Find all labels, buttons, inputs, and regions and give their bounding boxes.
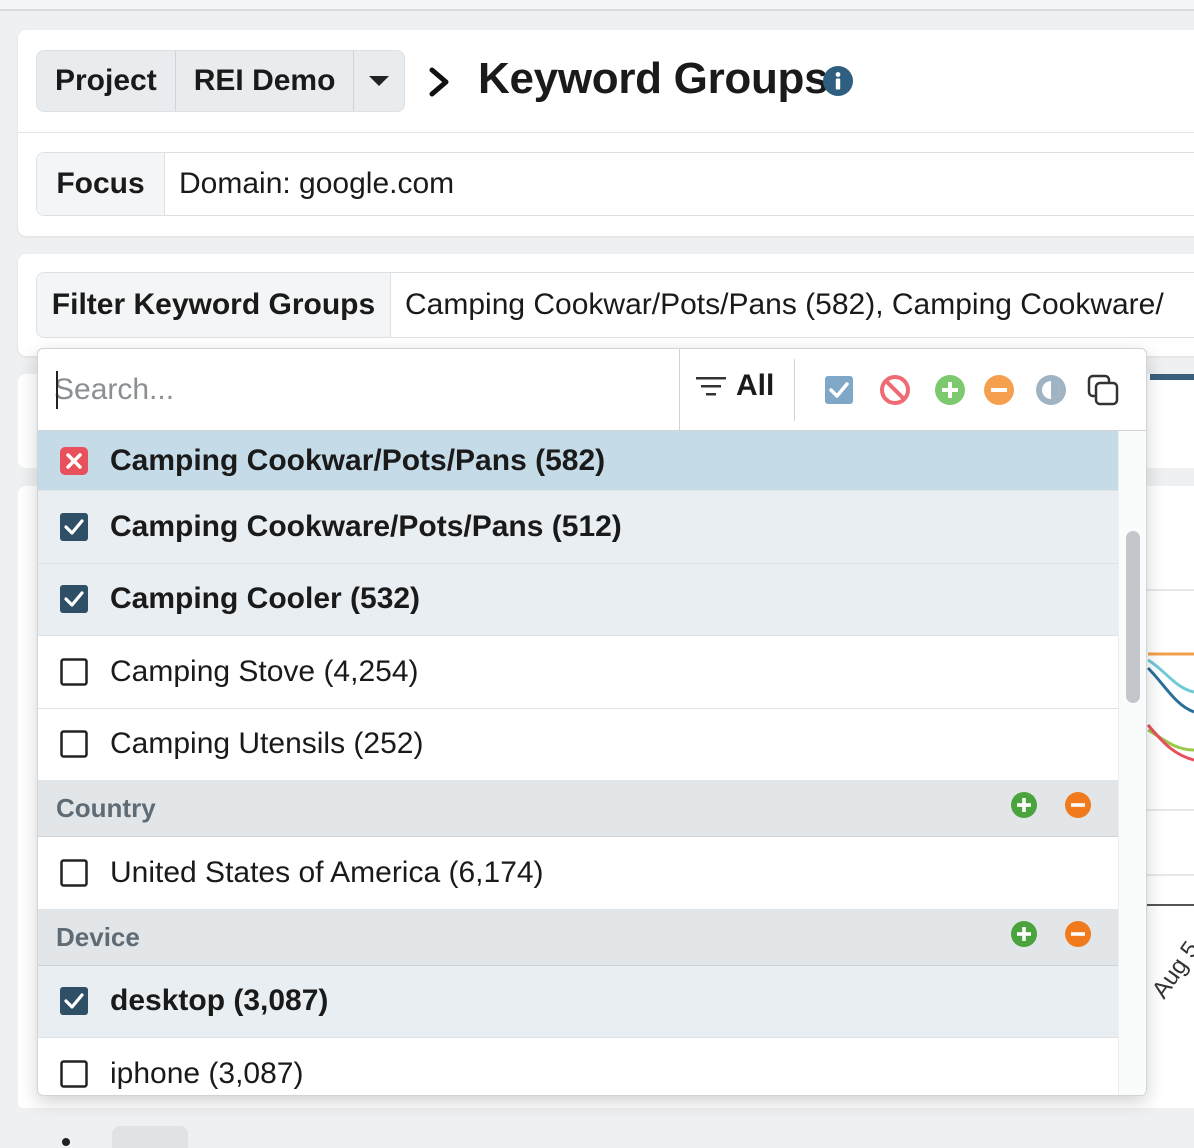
project-dropdown-button[interactable] — [354, 51, 404, 111]
remove-icon[interactable] — [1064, 791, 1092, 819]
list-item[interactable]: desktop (3,087) — [38, 965, 1118, 1038]
caret-down-icon — [369, 76, 390, 86]
section-header-country: Country — [38, 781, 1118, 837]
dropdown-scrollbar[interactable] — [1118, 431, 1146, 1095]
background-tab-indicator — [1150, 374, 1194, 380]
bottom-dot — [62, 1138, 70, 1146]
list-item[interactable]: iphone (3,087) — [38, 1038, 1118, 1095]
list-item-label: desktop (3,087) — [110, 984, 329, 1018]
axis-tick-label: Aug 5 — [1147, 937, 1194, 1004]
project-selector: Project REI Demo — [36, 50, 406, 112]
checkbox-checked-icon[interactable] — [60, 585, 88, 614]
list-item[interactable]: Camping Cooler (532) — [38, 563, 1118, 636]
dropdown-toolbar: All — [38, 349, 1146, 431]
remove-icon[interactable] — [1064, 920, 1092, 948]
project-value[interactable]: REI Demo — [176, 51, 355, 111]
checkbox-empty-icon[interactable] — [60, 1060, 88, 1088]
focus-value[interactable]: Domain: google.com — [165, 153, 454, 215]
bottom-button[interactable] — [112, 1126, 188, 1148]
filter-all-button[interactable]: All — [696, 369, 774, 403]
info-icon[interactable] — [823, 66, 853, 96]
dropdown-list: Camping Cookwar/Pots/Pans (582) Camping … — [38, 431, 1118, 1095]
checkbox-checked-icon[interactable] — [60, 987, 88, 1016]
copy-icon[interactable] — [1086, 373, 1120, 407]
chart-fragment: Aug 5 — [1140, 589, 1194, 1004]
toolbar-divider — [679, 349, 680, 431]
top-rule — [0, 0, 1194, 11]
add-icon[interactable] — [1010, 920, 1038, 948]
search-input[interactable] — [54, 349, 678, 431]
add-all-icon[interactable] — [933, 373, 967, 407]
header-divider — [18, 132, 1194, 133]
checkbox-empty-icon[interactable] — [60, 730, 88, 758]
remove-all-icon[interactable] — [982, 373, 1016, 407]
list-item-label: Camping Cookware/Pots/Pans (512) — [110, 509, 622, 543]
exclude-icon[interactable] — [878, 373, 912, 407]
check-all-icon[interactable] — [822, 373, 856, 407]
excluded-icon — [60, 446, 88, 475]
list-item[interactable]: Camping Cookware/Pots/Pans (512) — [38, 491, 1118, 564]
checkbox-empty-icon[interactable] — [60, 658, 88, 686]
list-item[interactable]: Camping Utensils (252) — [38, 709, 1118, 781]
focus-row: Focus Domain: google.com — [36, 152, 1194, 216]
header-card: Project REI Demo Keyword Groups Focus Do… — [18, 30, 1194, 236]
filter-label: Filter Keyword Groups — [37, 273, 391, 337]
list-item-label: iphone (3,087) — [110, 1056, 304, 1090]
list-item[interactable]: United States of America (6,174) — [38, 837, 1118, 910]
checkbox-checked-icon[interactable] — [60, 512, 88, 541]
section-label: Country — [56, 793, 156, 823]
checkbox-empty-icon[interactable] — [60, 859, 88, 887]
list-item-label: Camping Cooler (532) — [110, 582, 421, 616]
list-item[interactable]: Camping Stove (4,254) — [38, 636, 1118, 709]
list-item-label: Camping Stove (4,254) — [110, 654, 419, 688]
filter-row: Filter Keyword Groups Camping Cookwar/Po… — [36, 272, 1194, 338]
list-item-label: Camping Cookwar/Pots/Pans (582) — [110, 443, 606, 477]
add-icon[interactable] — [1010, 791, 1038, 819]
filter-value[interactable]: Camping Cookwar/Pots/Pans (582), Camping… — [391, 273, 1164, 337]
list-item-label: United States of America (6,174) — [110, 855, 544, 889]
section-label: Device — [56, 921, 140, 952]
focus-label: Focus — [37, 153, 165, 215]
filter-all-label: All — [736, 369, 775, 402]
text-cursor — [56, 371, 58, 409]
toolbar-divider — [794, 359, 795, 421]
section-header-device: Device — [38, 909, 1118, 966]
filter-icon — [696, 377, 726, 396]
filter-dropdown: All — [37, 348, 1147, 1096]
project-label: Project — [37, 51, 176, 111]
chevron-right-icon — [429, 67, 449, 97]
filter-card: Filter Keyword Groups Camping Cookwar/Po… — [18, 254, 1194, 356]
scrollbar-thumb[interactable] — [1126, 531, 1140, 703]
invert-icon[interactable] — [1034, 373, 1068, 407]
list-item[interactable]: Camping Cookwar/Pots/Pans (582) — [38, 431, 1118, 491]
page-title: Keyword Groups — [478, 54, 829, 103]
list-item-label: Camping Utensils (252) — [110, 727, 424, 761]
